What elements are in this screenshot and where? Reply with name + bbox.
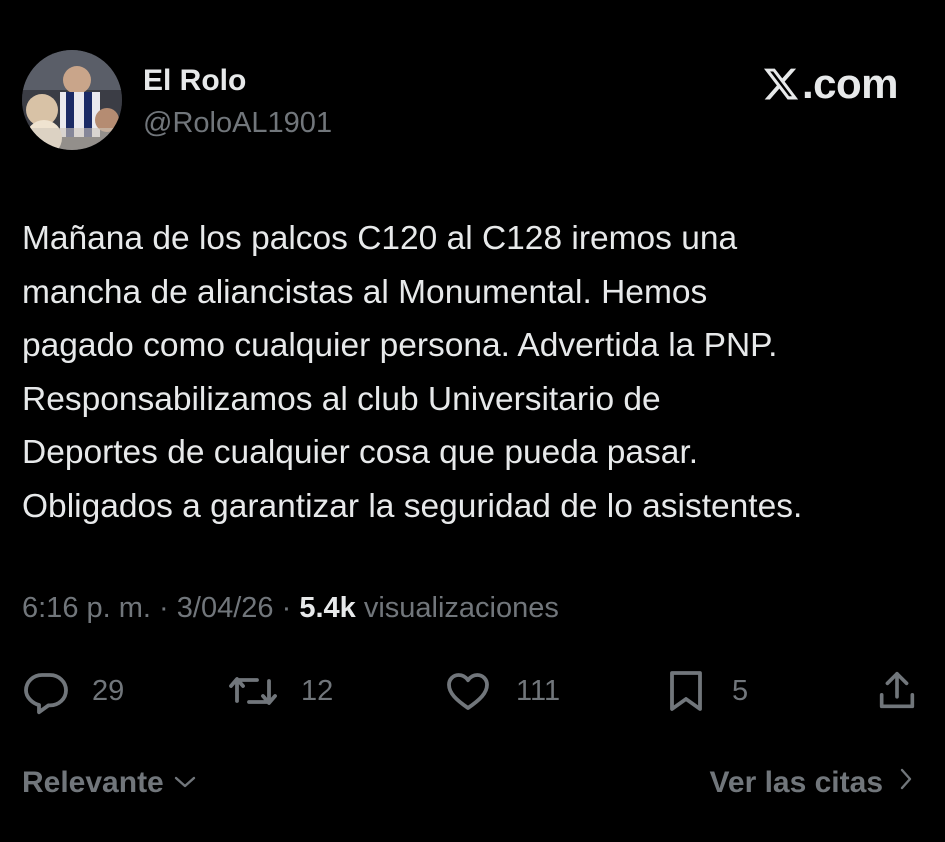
reply-count: 29 <box>92 674 125 707</box>
bookmark-icon <box>670 671 702 711</box>
view-quotes-link[interactable]: Ver las citas <box>710 766 915 800</box>
sort-label: Relevante <box>22 766 164 799</box>
avatar-image <box>22 50 122 150</box>
like-count: 111 <box>516 674 561 707</box>
repost-count: 12 <box>301 674 334 707</box>
display-name[interactable]: El Rolo <box>143 64 246 98</box>
like-button[interactable]: 111 <box>442 663 560 719</box>
meta-separator: · <box>281 592 292 624</box>
bookmark-button[interactable]: 5 <box>662 663 748 719</box>
repost-button[interactable]: 12 <box>227 663 333 719</box>
tweet-line: Deportes de cualquier cosa que pueda pas… <box>22 434 699 472</box>
action-bar: 29 12 111 5 <box>22 663 922 719</box>
user-handle[interactable]: @RoloAL1901 <box>143 107 332 140</box>
repost-icon <box>229 677 277 705</box>
brand-domain: .com <box>801 60 899 107</box>
reply-icon <box>24 673 68 715</box>
share-button[interactable] <box>874 663 920 719</box>
tweet-text: Mañana de los palcos C120 al C128 iremos… <box>22 212 932 534</box>
tweet-line: Obligados a garantizar la seguridad de l… <box>22 487 803 525</box>
tweet-line: mancha de aliancistas al Monumental. Hem… <box>22 273 708 311</box>
tweet-line: pagado como cualquier persona. Advertida… <box>22 327 778 365</box>
quotes-label: Ver las citas <box>709 766 883 799</box>
tweet-time[interactable]: 6:16 p. m. <box>22 592 151 624</box>
heart-icon <box>447 673 489 710</box>
brand-watermark: .com <box>762 60 899 108</box>
avatar[interactable] <box>22 50 122 150</box>
x-logo-icon <box>762 64 800 104</box>
tweet-line: Mañana de los palcos C120 al C128 iremos… <box>22 220 738 257</box>
views-count: 5.4k <box>299 592 356 624</box>
chevron-right-icon <box>897 766 915 800</box>
chevron-down-icon <box>172 766 198 800</box>
sort-replies-dropdown[interactable]: Relevante <box>22 766 198 800</box>
meta-separator: · <box>159 592 169 624</box>
reply-button[interactable]: 29 <box>22 663 124 719</box>
tweet-date[interactable]: 3/04/26 <box>177 592 274 624</box>
bookmark-count: 5 <box>732 674 749 707</box>
tweet-line: Responsabilizamos al club Universitario … <box>22 380 661 418</box>
tweet-meta: 6:16 p. m. · 3/04/26 · 5.4k visualizacio… <box>22 592 559 625</box>
views-label: visualizaciones <box>363 592 559 624</box>
share-icon <box>879 671 915 709</box>
